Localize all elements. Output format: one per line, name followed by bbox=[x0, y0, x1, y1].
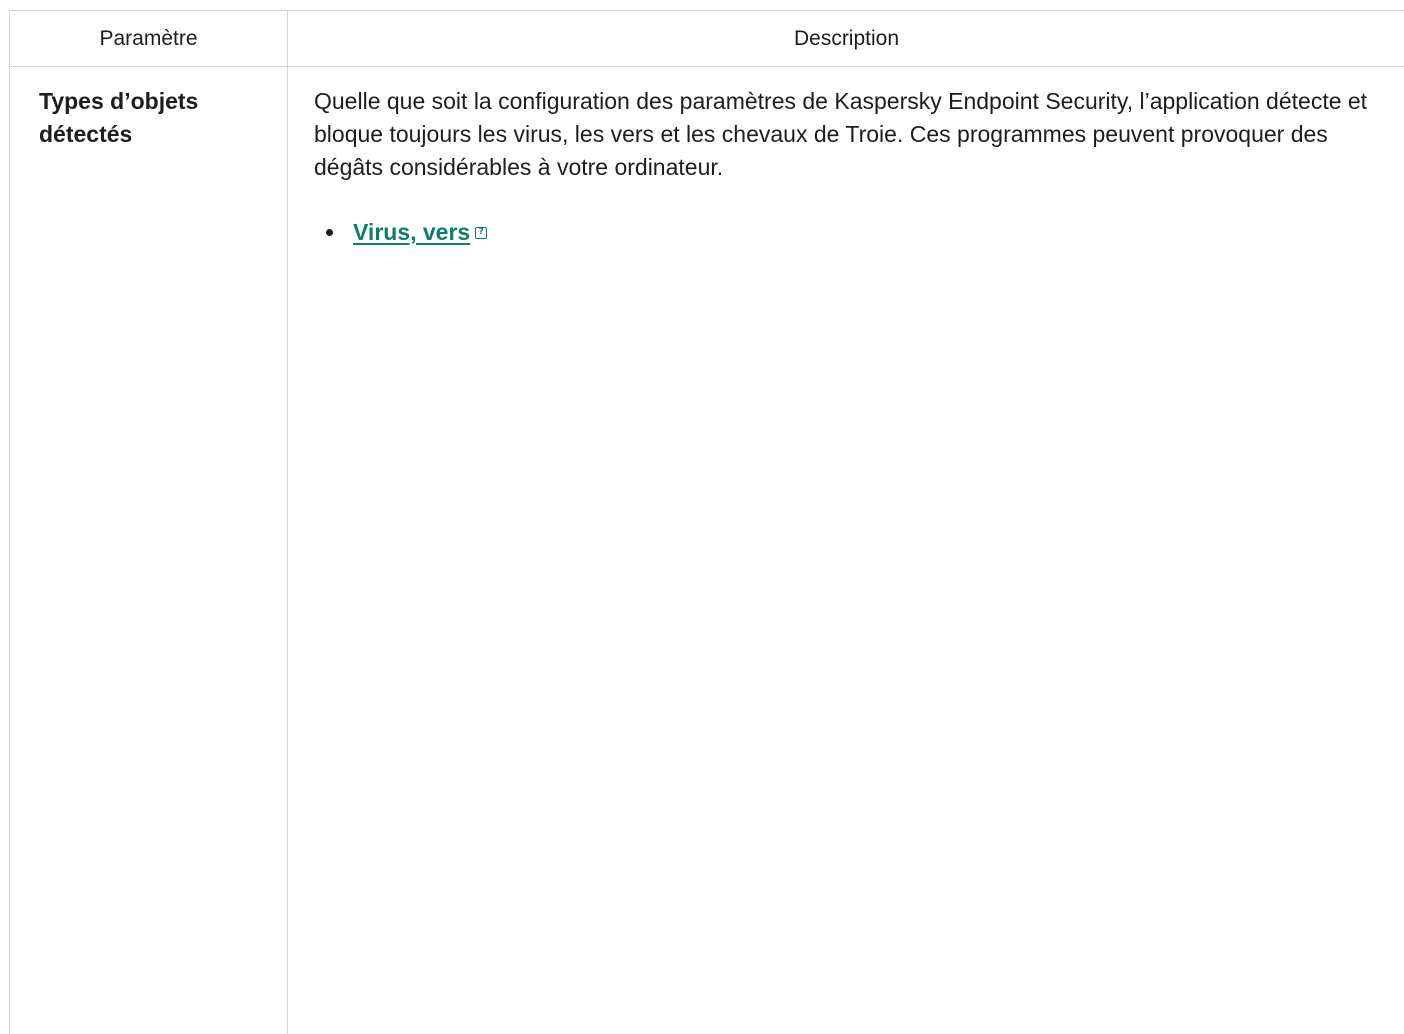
row-parameter-detected-object-types: Types d’objets détectés bbox=[39, 88, 199, 147]
object-types-list: Virus, vers bbox=[314, 216, 1394, 249]
list-item: Virus, vers bbox=[314, 216, 1394, 249]
header-parameter: Paramètre bbox=[99, 27, 198, 50]
table-header-row: Paramètre Description bbox=[10, 11, 1404, 67]
parameters-table: Paramètre Description Types d’objets dét… bbox=[9, 10, 1404, 1034]
row-description-cell: Quelle que soit la configuration des par… bbox=[314, 85, 1394, 249]
row-description-text: Quelle que soit la configuration des par… bbox=[314, 88, 1368, 180]
bullet-icon bbox=[326, 229, 333, 236]
column-divider bbox=[287, 11, 288, 1034]
help-tooltip-icon[interactable] bbox=[475, 226, 488, 239]
page: Paramètre Description Types d’objets dét… bbox=[0, 0, 1404, 1034]
header-description: Description bbox=[793, 27, 900, 50]
virus-worms-link[interactable]: Virus, vers bbox=[353, 216, 470, 249]
